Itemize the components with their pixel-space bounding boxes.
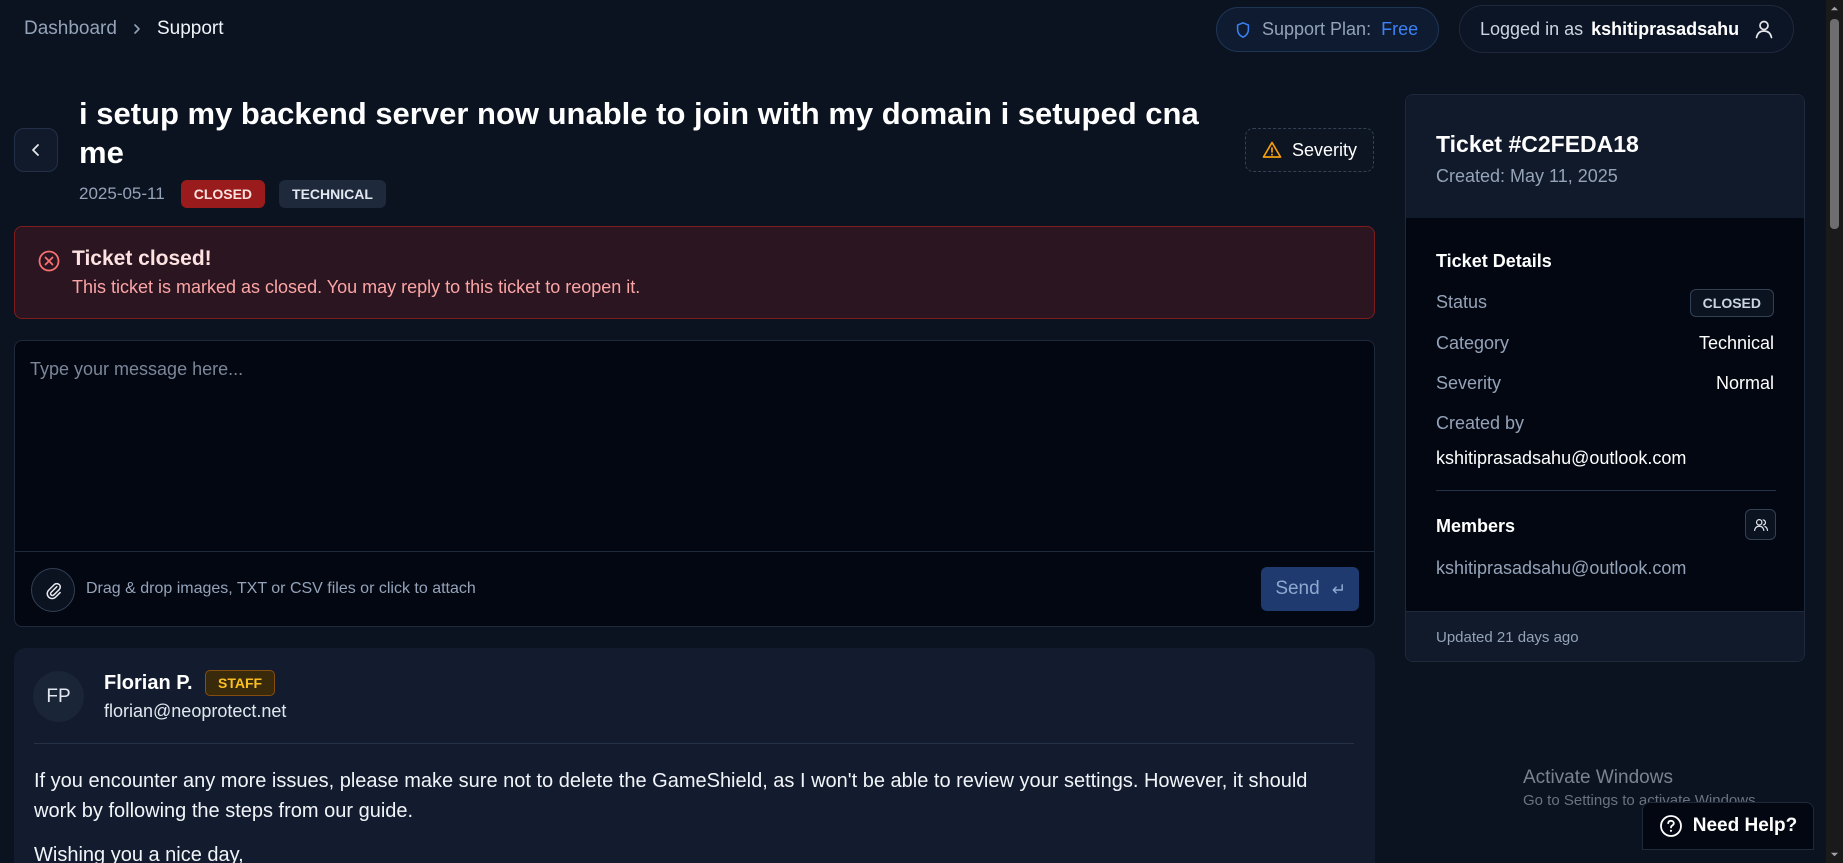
ticket-sidebar-header: Ticket #C2FEDA18 Created: May 11, 2025 [1406,95,1804,218]
member-email: kshitiprasadsahu@outlook.com [1436,558,1687,578]
status-label: Status [1436,292,1488,312]
last-updated: Updated 21 days ago [1436,629,1579,646]
back-button[interactable] [14,128,58,172]
severity-button-label: Severity [1291,139,1358,160]
support-plan-pill[interactable]: Support Plan: Free [1216,7,1439,52]
breadcrumb-dashboard-link[interactable]: Dashboard [24,18,117,40]
staff-message: FP Florian P. STAFF florian@neoprotect.n… [14,648,1375,863]
composer-footer: Drag & drop images, TXT or CSV files or … [15,551,1374,626]
scroll-up-arrow-icon[interactable] [1826,0,1843,17]
chevron-left-icon [28,142,44,158]
ticket-date: 2025-05-11 [79,184,165,203]
message-paragraph: If you encounter any more issues, please… [34,770,1308,822]
ticket-sidebar: Ticket #C2FEDA18 Created: May 11, 2025 T… [1405,94,1805,662]
ticket-id: Ticket #C2FEDA18 [1436,131,1639,157]
category-value: Technical [1698,333,1774,353]
ticket-meta: 2025-05-11 CLOSED TECHNICAL [79,180,386,208]
alert-text: This ticket is marked as closed. You may… [72,277,641,297]
user-menu[interactable]: Logged in as kshitiprasadsahu [1459,5,1794,53]
created-by-value: kshitiprasadsahu@outlook.com [1436,448,1687,468]
ticket-sidebar-footer: Updated 21 days ago [1406,611,1804,661]
message-paragraph: Wishing you a nice day, [34,844,244,863]
alert-title: Ticket closed! [72,247,212,270]
paperclip-icon [44,581,63,600]
support-plan-label: Support Plan: [1262,19,1372,39]
sidebar-divider [1436,490,1776,491]
scroll-down-arrow-icon[interactable] [1826,846,1843,863]
staff-badge: STAFF [205,670,276,696]
avatar: FP [33,671,84,722]
support-plan-value: Free [1381,19,1419,39]
message-author: Florian P. [104,672,193,694]
severity-value: Normal [1715,373,1774,393]
warning-icon [1262,140,1282,160]
enter-icon [1330,582,1345,597]
severity-button[interactable]: Severity [1245,128,1374,172]
message-body: If you encounter any more issues, please… [34,766,1354,863]
need-help-label: Need Help? [1692,815,1798,836]
need-help-button[interactable]: Need Help? [1642,802,1814,850]
close-circle-icon [37,249,61,273]
category-badge: TECHNICAL [279,180,386,208]
ticket-closed-alert: Ticket closed! This ticket is marked as … [14,226,1375,319]
send-button[interactable]: Send [1261,567,1359,611]
ticket-details-heading: Ticket Details [1436,251,1552,271]
message-input[interactable] [15,341,1374,551]
ticket-title: i setup my backend server now unable to … [79,96,1199,170]
message-divider [34,743,1354,744]
breadcrumb: Dashboard Support [24,18,224,40]
reply-composer: Drag & drop images, TXT or CSV files or … [14,340,1375,627]
chevron-right-icon [131,23,143,35]
attach-button[interactable] [31,568,75,612]
shield-icon [1234,21,1252,39]
username: kshitiprasadsahu [1591,18,1740,39]
user-icon [1753,18,1775,40]
send-button-label: Send [1275,578,1320,599]
category-label: Category [1436,333,1510,353]
manage-members-button[interactable] [1745,509,1776,540]
created-by-label: Created by [1436,413,1525,433]
top-bar: Dashboard Support Support Plan: Free Log… [0,0,1830,60]
members-heading: Members [1436,516,1516,536]
message-author-email: florian@neoprotect.net [104,701,287,721]
ticket-created-date: Created: May 11, 2025 [1436,166,1618,186]
logged-in-label: Logged in as [1480,18,1584,39]
breadcrumb-current: Support [156,18,224,39]
help-circle-icon [1659,814,1683,838]
watermark-title: Activate Windows [1523,767,1673,788]
attach-dropzone-text[interactable]: Drag & drop images, TXT or CSV files or … [86,580,476,598]
page-scrollbar[interactable] [1826,0,1843,863]
status-value-badge: CLOSED [1689,289,1774,317]
severity-label: Severity [1436,373,1502,393]
scroll-thumb[interactable] [1830,19,1839,229]
status-badge: CLOSED [180,180,266,208]
members-icon [1753,517,1769,533]
